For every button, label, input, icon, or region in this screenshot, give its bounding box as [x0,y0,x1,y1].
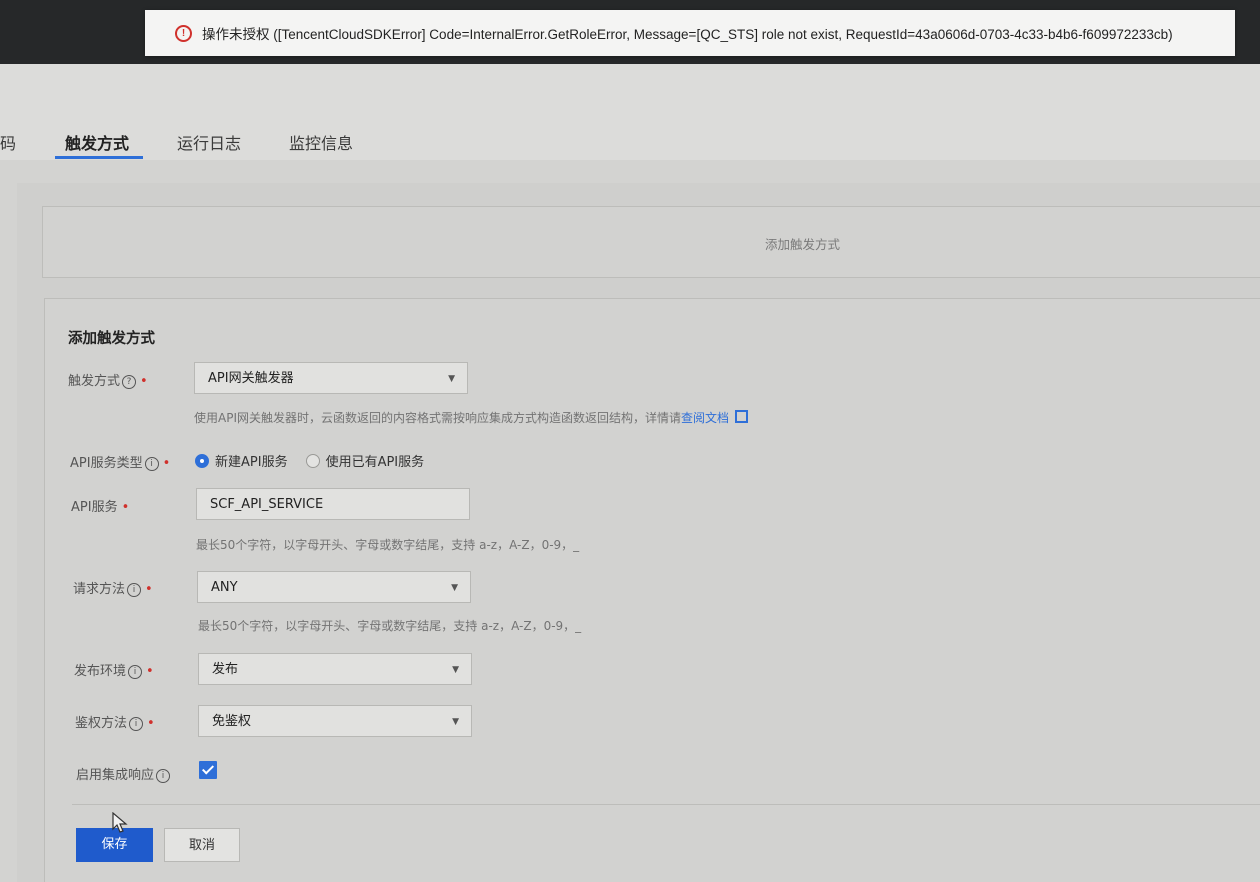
tab-code[interactable]: 码 [0,130,16,154]
publish-env-label: 发布环境 i • [74,664,154,679]
info-icon[interactable]: i [127,583,142,597]
info-icon[interactable]: i [129,717,144,731]
chevron-down-icon: ▼ [452,665,459,675]
tab-monitoring[interactable]: 监控信息 [289,130,353,154]
api-service-type-label: API服务类型 i • [70,456,171,471]
publish-env-select[interactable]: 发布 ▼ [198,653,472,685]
add-trigger-label[interactable]: 添加触发方式 [765,234,840,253]
cancel-button[interactable]: 取消 [164,828,240,862]
radio-new-api-service[interactable]: 新建API服务 [195,451,288,470]
required-mark: • [147,716,155,731]
tab-logs[interactable]: 运行日志 [177,130,241,154]
chevron-down-icon: ▼ [452,717,459,727]
required-mark: • [121,500,130,515]
error-icon: ! [175,24,192,42]
request-method-label: 请求方法 i • [73,582,153,597]
radio-checked-icon[interactable] [195,453,209,468]
help-icon[interactable]: ? [122,375,137,389]
add-trigger-box[interactable] [42,206,1260,278]
request-method-select[interactable]: ANY ▼ [197,571,471,603]
request-method-hint: 最长50个字符，以字母开头、字母或数字结尾，支持 a-z，A-Z，0-9，_ [198,619,582,633]
trigger-type-select[interactable]: API网关触发器 ▼ [194,362,468,394]
api-service-type-radio-group: 新建API服务 使用已有API服务 [195,451,442,470]
api-service-hint: 最长50个字符，以字母开头、字母或数字结尾，支持 a-z，A-Z，0-9，_ [196,538,580,552]
trigger-type-label: 触发方式? • [68,374,148,389]
required-mark: • [162,456,171,471]
radio-unchecked-icon[interactable] [305,453,320,468]
info-icon[interactable]: i [144,457,159,471]
info-icon[interactable]: i [156,769,171,783]
api-service-input[interactable]: SCF_API_SERVICE [196,488,470,520]
required-mark: • [146,664,154,679]
auth-method-select[interactable]: 免鉴权 ▼ [198,705,472,737]
form-divider [72,804,1260,805]
integration-response-checkbox[interactable] [199,761,217,779]
mouse-cursor-icon [112,812,128,833]
form-title: 添加触发方式 [68,331,155,347]
tab-trigger[interactable]: 触发方式 [65,130,129,154]
integration-response-label: 启用集成响应 i [76,764,171,783]
docs-link[interactable]: 查阅文档 [681,411,729,425]
active-tab-indicator [55,156,143,159]
error-message: 操作未授权 ([TencentCloudSDKError] Code=Inter… [202,27,1173,42]
required-mark: • [140,374,148,389]
external-link-icon[interactable] [735,410,749,423]
required-mark: • [145,582,153,597]
api-service-label: API服务 • [71,500,130,515]
radio-existing-api-service[interactable]: 使用已有API服务 [305,451,424,470]
chevron-down-icon: ▼ [451,583,458,593]
chevron-down-icon: ▼ [448,374,455,384]
trigger-type-hint: 使用API网关触发器时，云函数返回的内容格式需按响应集成方式构造函数返回结构，详… [194,409,749,426]
info-icon[interactable]: i [128,665,143,679]
auth-method-label: 鉴权方法 i • [75,716,155,731]
error-toast: ! 操作未授权 ([TencentCloudSDKError] Code=Int… [145,10,1235,56]
